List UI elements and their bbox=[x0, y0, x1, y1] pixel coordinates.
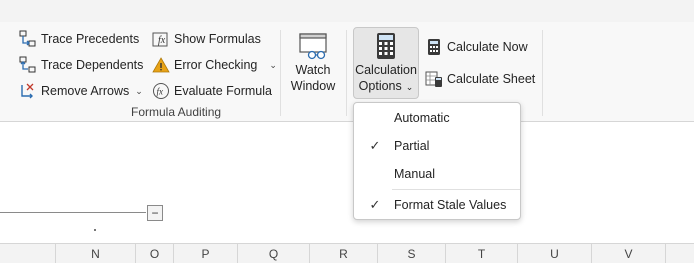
evaluate-formula-button[interactable]: fx Evaluate Formula bbox=[151, 80, 272, 102]
calculate-now-label: Calculate Now bbox=[447, 40, 528, 54]
watch-window-label-line2: Window bbox=[290, 79, 336, 93]
column-headers: N O P Q R S T U V bbox=[0, 243, 694, 263]
trace-dependents-label: Trace Dependents bbox=[41, 58, 144, 72]
trace-precedents-label: Trace Precedents bbox=[41, 32, 140, 46]
trace-precedents-icon bbox=[18, 29, 38, 49]
calculator-icon bbox=[375, 30, 397, 62]
collapse-button[interactable]: − bbox=[147, 205, 163, 221]
watch-window-icon bbox=[297, 30, 329, 62]
group-separator bbox=[346, 30, 347, 116]
chevron-down-icon[interactable]: ⌄ bbox=[135, 86, 143, 97]
menu-item-partial[interactable]: ✓ Partial bbox=[354, 134, 520, 158]
formula-auditing-group-label: Formula Auditing bbox=[131, 105, 222, 119]
minus-icon: − bbox=[151, 206, 159, 220]
menu-item-format-stale-values[interactable]: ✓ Format Stale Values bbox=[354, 193, 520, 217]
checkmark-icon: ✓ bbox=[369, 197, 381, 212]
column-header[interactable] bbox=[666, 244, 694, 263]
trace-dependents-icon bbox=[18, 55, 38, 75]
dot-marker bbox=[94, 229, 96, 231]
show-formulas-icon: fx bbox=[151, 29, 171, 49]
column-header[interactable]: P bbox=[174, 244, 238, 263]
menu-item-label: Manual bbox=[394, 167, 435, 181]
remove-arrows-icon bbox=[18, 81, 38, 101]
evaluate-formula-label: Evaluate Formula bbox=[174, 84, 272, 98]
watch-window-label-line1: Watch bbox=[295, 63, 331, 77]
show-formulas-label: Show Formulas bbox=[174, 32, 261, 46]
checkmark-icon: ✓ bbox=[369, 138, 381, 153]
column-header[interactable]: V bbox=[592, 244, 666, 263]
column-header[interactable]: R bbox=[310, 244, 378, 263]
chevron-down-icon: ⌄ bbox=[405, 82, 414, 92]
column-header[interactable]: O bbox=[136, 244, 174, 263]
outline-bar bbox=[0, 212, 146, 213]
error-checking-label: Error Checking bbox=[174, 58, 258, 72]
column-header[interactable] bbox=[0, 244, 56, 263]
menu-item-label: Format Stale Values bbox=[394, 198, 507, 212]
calculation-options-content[interactable]: Calculation Options ⌄ bbox=[353, 30, 419, 95]
evaluate-formula-icon: fx bbox=[151, 81, 171, 101]
warning-icon bbox=[151, 55, 171, 75]
menu-item-label: Partial bbox=[394, 139, 430, 153]
column-header[interactable]: U bbox=[518, 244, 592, 263]
trace-precedents-button[interactable]: Trace Precedents bbox=[18, 28, 139, 50]
calculate-now-button[interactable]: Calculate Now bbox=[424, 36, 528, 58]
column-header[interactable]: Q bbox=[238, 244, 310, 263]
calculation-options-label-line1: Calculation bbox=[355, 63, 417, 77]
title-strip bbox=[0, 0, 694, 22]
watch-window-button[interactable]: Watch Window bbox=[288, 30, 338, 94]
group-separator bbox=[280, 30, 281, 116]
show-formulas-button[interactable]: fx Show Formulas bbox=[151, 28, 261, 50]
menu-item-automatic[interactable]: Automatic bbox=[354, 106, 520, 130]
svg-text:fx: fx bbox=[158, 35, 166, 46]
calculation-options-label-line2: Options ⌄ bbox=[358, 79, 414, 93]
menu-item-label: Automatic bbox=[394, 111, 450, 125]
group-separator bbox=[542, 30, 543, 116]
calculator-icon bbox=[424, 37, 444, 57]
calculate-sheet-label: Calculate Sheet bbox=[447, 72, 536, 86]
svg-text:fx: fx bbox=[157, 87, 164, 97]
calculate-sheet-button[interactable]: Calculate Sheet bbox=[424, 68, 535, 90]
menu-divider bbox=[392, 189, 520, 190]
column-header[interactable]: S bbox=[378, 244, 446, 263]
menu-item-manual[interactable]: Manual bbox=[354, 162, 520, 186]
remove-arrows-button[interactable]: Remove Arrows ⌄ bbox=[18, 80, 143, 102]
column-header[interactable]: N bbox=[56, 244, 136, 263]
chevron-down-icon[interactable]: ⌄ bbox=[269, 60, 277, 71]
trace-dependents-button[interactable]: Trace Dependents bbox=[18, 54, 143, 76]
worksheet-area bbox=[0, 122, 694, 242]
calculation-options-menu: Automatic ✓ Partial Manual ✓ Format Stal… bbox=[353, 102, 521, 220]
calculate-sheet-icon bbox=[424, 69, 444, 89]
error-checking-button[interactable]: Error Checking ⌄ bbox=[151, 54, 277, 76]
column-header[interactable]: T bbox=[446, 244, 518, 263]
remove-arrows-label: Remove Arrows bbox=[41, 84, 130, 98]
